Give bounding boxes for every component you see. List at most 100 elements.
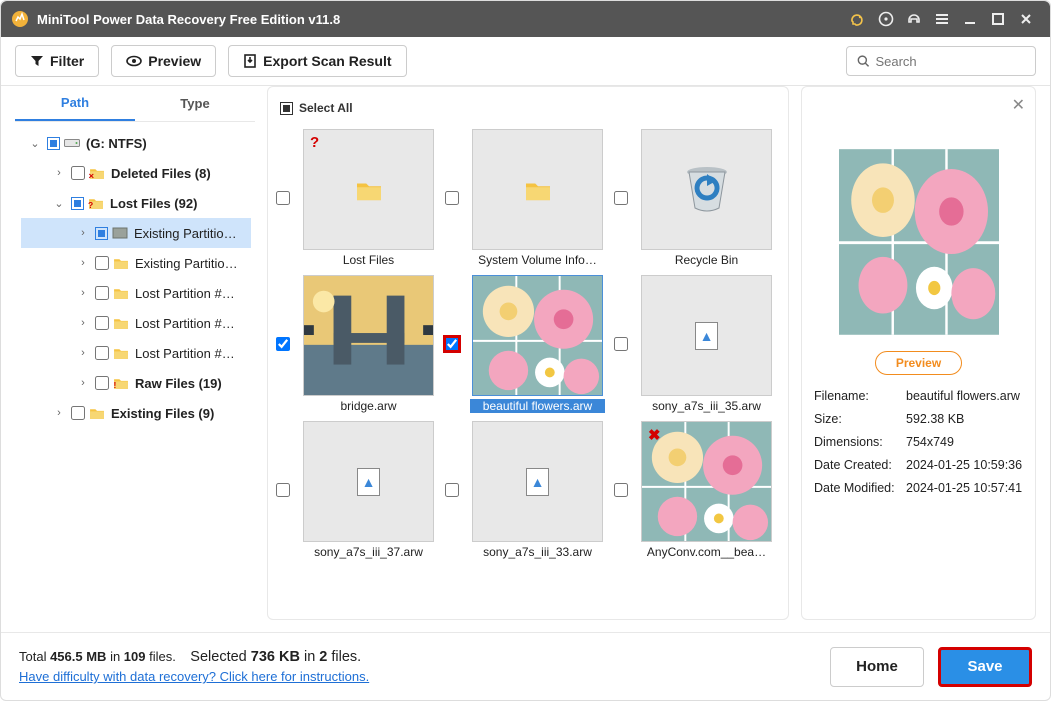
tree-checkbox[interactable] [47,137,60,150]
tree-item[interactable]: ›! Raw Files (19) [21,368,251,398]
drive-icon [64,135,80,151]
preview-button[interactable]: Preview [111,45,216,77]
tree-checkbox[interactable] [95,316,109,330]
svg-text:!: ! [114,380,117,390]
help-link[interactable]: Have difficulty with data recovery? Clic… [19,669,369,684]
file-checkbox[interactable] [276,191,290,205]
tree-checkbox[interactable] [71,406,85,420]
chevron-icon[interactable]: › [75,257,91,269]
tree-item[interactable]: ›Existing Partitio… [21,248,251,278]
close-button[interactable] [1012,5,1040,33]
support-icon[interactable] [900,5,928,33]
file-checkbox[interactable] [276,337,290,351]
home-button[interactable]: Home [830,647,924,687]
tree-item[interactable]: › Existing Files (9) [21,398,251,428]
chevron-icon[interactable]: › [75,347,91,359]
deleted-icon: × [89,165,105,181]
file-checkbox[interactable] [614,483,628,497]
open-preview-button[interactable]: Preview [875,351,962,375]
activate-icon[interactable] [844,5,872,33]
file-checkbox[interactable] [445,483,459,497]
file-cell[interactable]: bridge.arw [276,275,443,413]
tree-checkbox[interactable] [95,346,109,360]
file-cell[interactable]: ✖AnyConv.com__bea… [614,421,781,559]
file-thumbnail[interactable]: ▲ [641,275,772,396]
tree-checkbox[interactable] [95,256,109,270]
save-button[interactable]: Save [938,647,1032,687]
folder-tree[interactable]: ⌄(G: NTFS)›×Deleted Files (8)⌄?Lost File… [15,122,255,434]
svg-text:×: × [89,171,94,180]
app-window: MiniTool Power Data Recovery Free Editio… [0,0,1051,701]
file-cell[interactable]: ▲ sony_a7s_iii_35.arw [614,275,781,413]
select-all-label: Select All [299,101,353,115]
file-cell[interactable]: ?Lost Files [276,129,443,267]
center-header: Select All [268,93,788,123]
file-cell[interactable]: ▲sony_a7s_iii_33.arw [445,421,612,559]
tab-type[interactable]: Type [135,86,255,121]
file-checkbox[interactable] [614,337,628,351]
tree-item[interactable]: ›Lost Partition #… [21,278,251,308]
tree-item[interactable]: ›Lost Partition #… [21,308,251,338]
export-button[interactable]: Export Scan Result [228,45,406,77]
file-checkbox[interactable] [445,337,459,351]
search-box[interactable] [846,46,1036,76]
tree-item[interactable]: ›Existing Partitio… [21,218,251,248]
file-thumbnail[interactable] [641,129,772,250]
generic-file-icon: ▲ [695,322,718,350]
tree-item[interactable]: ⌄ (G: NTFS) [21,128,251,158]
file-checkbox[interactable] [614,191,628,205]
file-cell[interactable]: Recycle Bin [614,129,781,267]
tree-checkbox[interactable] [95,376,109,390]
select-all[interactable]: Select All [280,101,353,115]
filter-label: Filter [50,53,84,69]
file-thumbnail[interactable]: ? [303,129,434,250]
file-thumbnail[interactable]: ✖ [641,421,772,542]
tree-item-label: (G: NTFS) [86,136,147,151]
filter-button[interactable]: Filter [15,45,99,77]
file-checkbox[interactable] [276,483,290,497]
file-grid[interactable]: ?Lost Files System Volume Info… Recycle Bi… [268,123,788,565]
preview-label: Preview [148,53,201,69]
meta-dim-label: Dimensions: [814,435,906,449]
file-thumbnail[interactable] [472,129,603,250]
tree-item-label: Existing Files (9) [111,406,214,421]
tree-item[interactable]: ⌄?Lost Files (92) [21,188,251,218]
file-checkbox[interactable] [445,191,459,205]
tab-path[interactable]: Path [15,86,135,121]
file-cell[interactable]: beautiful flowers.arw [445,275,612,413]
file-thumbnail[interactable] [472,275,603,396]
folder-icon [113,255,129,271]
file-name: bridge.arw [301,399,436,413]
tree-checkbox[interactable] [71,166,85,180]
tree-checkbox[interactable] [95,286,109,300]
tree-item[interactable]: ›Lost Partition #… [21,338,251,368]
tree-checkbox[interactable] [71,197,84,210]
tree-item-label: Raw Files (19) [135,376,222,391]
file-thumbnail[interactable]: ▲ [472,421,603,542]
tree-item[interactable]: ›×Deleted Files (8) [21,158,251,188]
file-cell[interactable]: ▲sony_a7s_iii_37.arw [276,421,443,559]
meta-dim: 754x749 [906,435,1023,449]
file-name: System Volume Info… [470,253,605,267]
minimize-button[interactable] [956,5,984,33]
chevron-icon[interactable]: › [75,317,91,329]
chevron-icon[interactable]: › [75,377,91,389]
chevron-icon[interactable]: ⌄ [51,197,67,210]
raw-icon: ! [113,375,129,391]
chevron-icon[interactable]: › [75,227,91,239]
menu-icon[interactable] [928,5,956,33]
chevron-icon[interactable]: › [51,407,67,419]
maximize-button[interactable] [984,5,1012,33]
chevron-icon[interactable]: › [51,167,67,179]
file-metadata: Filename:beautiful flowers.arw Size:592.… [814,389,1023,504]
close-preview-icon[interactable]: ✕ [1012,95,1025,115]
search-input[interactable] [875,54,1025,69]
file-thumbnail[interactable] [303,275,434,396]
file-name: sony_a7s_iii_35.arw [639,399,774,413]
chevron-icon[interactable]: ⌄ [27,137,43,150]
file-cell[interactable]: System Volume Info… [445,129,612,267]
file-thumbnail[interactable]: ▲ [303,421,434,542]
tree-checkbox[interactable] [95,227,108,240]
chevron-icon[interactable]: › [75,287,91,299]
disc-icon[interactable] [872,5,900,33]
